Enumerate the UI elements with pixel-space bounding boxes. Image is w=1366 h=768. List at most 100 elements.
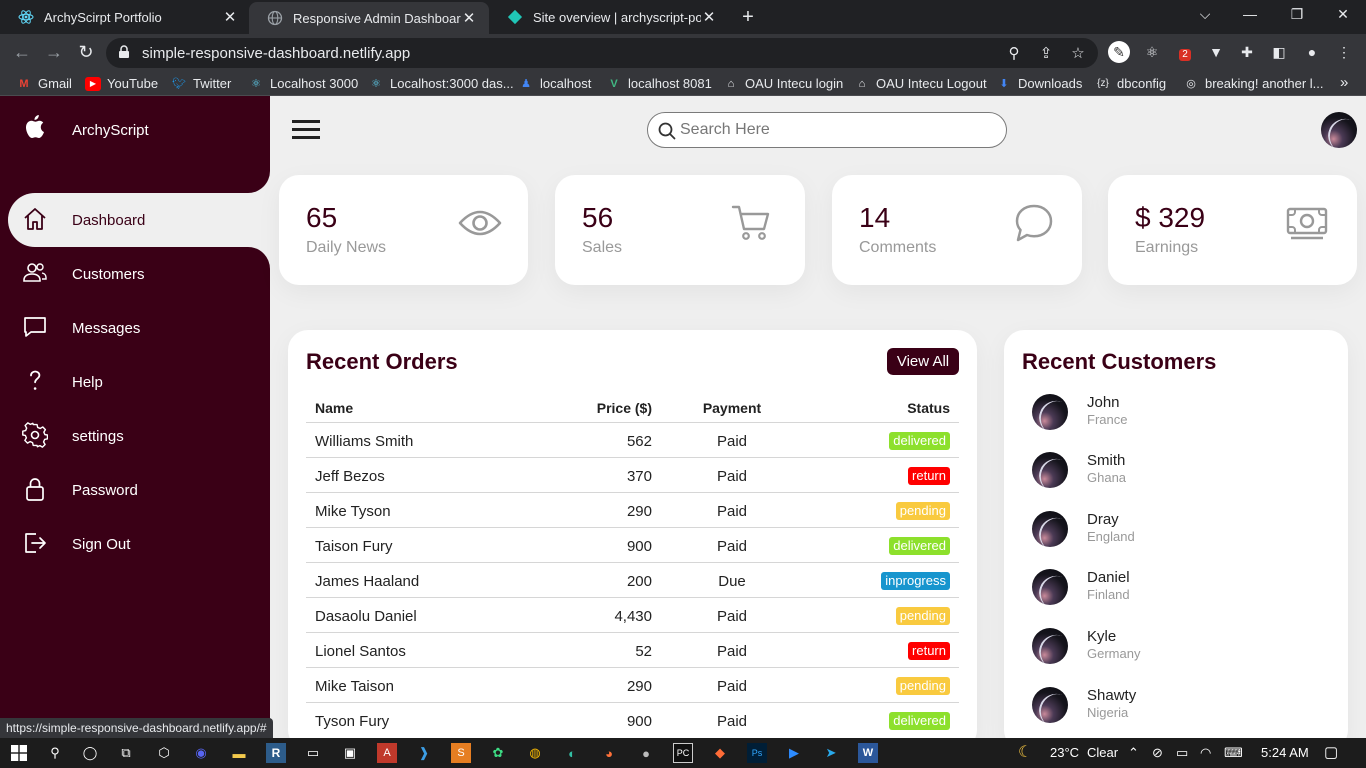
sidebar-item-messages[interactable]: Messages [8,301,270,355]
network-off-icon[interactable]: ⊘ [1152,745,1163,761]
close-icon[interactable]: ✕ [701,8,717,26]
customer-item[interactable]: Shawty Nigeria [1032,680,1332,730]
edge-icon[interactable]: ◐ [562,743,582,763]
table-row[interactable]: Mike Tyson 290 Paid pending [306,493,959,528]
pycharm-icon[interactable]: PC [673,743,693,763]
minimize-icon[interactable]: — [1238,6,1262,22]
new-tab-button[interactable]: + [737,6,759,29]
customer-item[interactable]: Dray England [1032,504,1332,554]
view-all-button[interactable]: View All [887,348,959,375]
menu-icon[interactable]: ⋮ [1333,41,1355,63]
app-3d-icon[interactable]: ⬡ [154,743,174,763]
terminal-icon[interactable]: ▭ [303,743,323,763]
wifi-icon[interactable]: ◠ [1200,745,1211,761]
tab-portfolio[interactable]: ArchyScirpt Portfolio ✕ [0,0,250,34]
table-row[interactable]: Taison Fury 900 Paid delivered [306,528,959,563]
share-icon[interactable]: ⇪ [1036,44,1056,62]
table-row[interactable]: Jeff Bezos 370 Paid return [306,458,959,493]
clock-time[interactable]: 5:24 AM [1261,745,1309,760]
tab-netlify[interactable]: Site overview | archyscript-portfo ✕ [489,0,729,34]
address-bar[interactable]: simple-responsive-dashboard.netlify.app … [106,38,1098,68]
keyboard-icon[interactable]: ⌨ [1224,745,1243,761]
customer-item[interactable]: John France [1032,387,1332,437]
close-icon[interactable]: ✕ [222,8,238,26]
chevron-up-icon[interactable]: ⌃ [1128,745,1139,761]
card-daily-news[interactable]: 65 Daily News [279,175,528,285]
task-view-icon[interactable]: ⧉ [116,743,136,763]
extension-badge-icon[interactable]: 2 [1174,41,1196,63]
sidebar-item-dashboard[interactable]: Dashboard [8,163,270,277]
profile-icon[interactable]: ● [1301,41,1323,63]
react-devtools-icon[interactable]: ⚛ [1141,41,1163,63]
menu-toggle-icon[interactable] [292,120,320,140]
sidebar-item-help[interactable]: Help [8,355,270,409]
table-row[interactable]: James Haaland 200 Due inprogress [306,563,959,598]
folder-icon[interactable]: ▬ [229,743,249,763]
firefox-icon[interactable]: ◕ [599,743,619,763]
window-close-icon[interactable]: ✕ [1331,6,1355,23]
sidebar-item-customers[interactable]: Customers [8,247,270,301]
weather-text[interactable]: Clear [1087,745,1118,760]
puzzle-icon[interactable]: ✚ [1236,41,1258,63]
sublime-icon[interactable]: S [451,743,471,763]
discord-icon[interactable]: ◉ [191,743,211,763]
bookmark-oau-logout[interactable]: ⌂ OAU Intecu Logout [854,76,987,91]
table-row[interactable]: Lionel Santos 52 Paid return [306,633,959,668]
user-avatar[interactable] [1321,112,1357,148]
zoom-icon[interactable]: ⚲ [1004,44,1024,62]
battery-icon[interactable]: ▭ [1176,745,1188,761]
app-r-icon[interactable]: R [266,743,286,763]
table-row[interactable]: Dasaolu Daniel 4,430 Paid pending [306,598,959,633]
more-bookmarks-icon[interactable]: » [1340,74,1348,91]
bookmark-dbconfig[interactable]: {z} dbconfig [1095,76,1166,91]
forward-icon[interactable]: → [43,42,65,63]
app-green-icon[interactable]: ✿ [488,743,508,763]
brand[interactable]: ArchyScript [0,96,270,163]
bookmark-gmail[interactable]: M Gmail [16,76,72,91]
sidebar-item-password[interactable]: Password [8,463,270,517]
notifications-icon[interactable]: ▢ [1324,743,1338,761]
github-icon[interactable]: ● [636,743,656,763]
bookmark-youtube[interactable]: ▶ YouTube [85,76,158,91]
card-comments[interactable]: 14 Comments [832,175,1082,285]
sidebar-item-sign-out[interactable]: Sign Out [8,517,270,571]
table-row[interactable]: Mike Taison 290 Paid pending [306,668,959,703]
bookmark-localhost[interactable]: ♟ localhost [518,76,591,91]
bookmark-localhost-8081[interactable]: Vlocalhost 8081 [606,76,712,91]
vscode-icon[interactable]: ❱ [414,743,434,763]
table-row[interactable]: Tyson Fury 900 Paid delivered [306,703,959,738]
extension-icon[interactable]: ✎ [1108,41,1130,63]
back-icon[interactable]: ← [11,42,33,63]
bookmark-twitter[interactable]: 🐦︎ Twitter [171,76,231,91]
cmd-icon[interactable]: ▣ [340,743,360,763]
search-icon[interactable]: ⚲ [45,743,65,763]
star-icon[interactable]: ☆ [1068,44,1088,62]
tab-dashboard[interactable]: Responsive Admin Dashboard De ✕ [249,2,489,34]
chrome-icon[interactable]: ◍ [525,743,545,763]
bookmark-downloads[interactable]: ⬇ Downloads [996,76,1082,91]
temperature[interactable]: 23°C [1050,745,1079,760]
windows-start-icon[interactable] [9,743,29,763]
sidepanel-icon[interactable]: ◧ [1268,41,1290,63]
vue-icon[interactable]: ▼ [1205,41,1227,63]
card-sales[interactable]: 56 Sales [555,175,805,285]
tab-search-icon[interactable]: ⌵ [1193,6,1217,23]
sidebar-item-settings[interactable]: settings [8,409,270,463]
app-a-icon[interactable]: A [377,743,397,763]
postman-icon[interactable]: ◆ [710,743,730,763]
restore-icon[interactable]: ❐ [1285,6,1309,23]
card-earnings[interactable]: $ 329 Earnings [1108,175,1357,285]
close-icon[interactable]: ✕ [461,9,477,27]
customer-item[interactable]: Daniel Finland [1032,562,1332,612]
cortana-icon[interactable]: ◯ [80,743,100,763]
bookmark-localhost-3000[interactable]: ⚛ Localhost 3000 [248,76,358,91]
word-icon[interactable]: W [858,743,878,763]
bookmark-breaking[interactable]: ◎ breaking! another l... [1183,76,1323,91]
customer-item[interactable]: Smith Ghana [1032,445,1332,495]
table-row[interactable]: Williams Smith 562 Paid delivered [306,423,959,458]
photoshop-icon[interactable]: Ps [747,743,767,763]
customer-item[interactable]: Kyle Germany [1032,621,1332,671]
zoom-icon[interactable]: ▶ [784,743,804,763]
bookmark-localhost-3000-das[interactable]: ⚛ Localhost:3000 das... [368,76,514,91]
reload-icon[interactable]: ↻ [75,42,97,63]
